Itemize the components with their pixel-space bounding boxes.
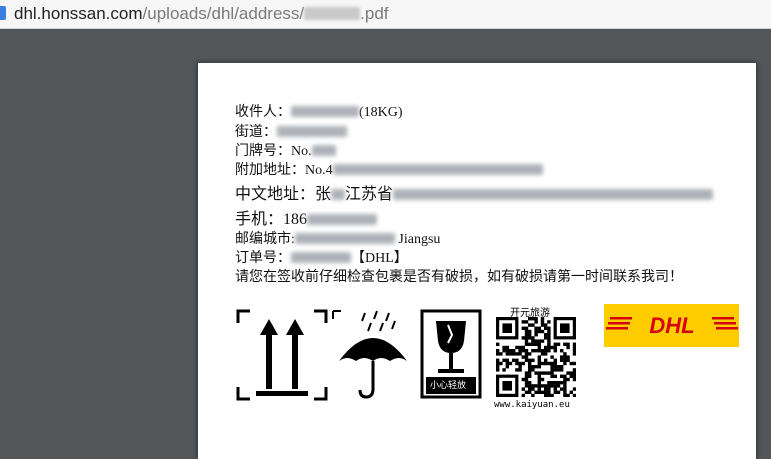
cn-address-line: 中文地址：张 江苏省: [235, 180, 714, 204]
notice-line: 请您在签收前仔细检查包裹是否有破损，如有破损请第一时间联系我司！: [235, 270, 683, 285]
recipient-line: 收件人： (18KG): [235, 105, 403, 120]
redacted-cn-address: [393, 189, 714, 200]
qr-url: www.kaiyuan.eu: [494, 400, 570, 410]
redacted-order: [291, 252, 351, 263]
url-text[interactable]: dhl.honssan.com/uploads/dhl/address/.pdf: [14, 4, 389, 24]
street-line: 街道：: [235, 121, 347, 141]
phone-line: 手机：186: [235, 205, 378, 229]
page-icon: [0, 6, 6, 20]
dhl-logo-icon: DHL: [606, 313, 738, 338]
redacted-phone: [307, 214, 378, 225]
keep-dry-umbrella-icon: [332, 310, 407, 399]
redacted-house: [311, 145, 336, 156]
redacted-filename: [304, 7, 361, 20]
redacted-name: [291, 106, 359, 117]
dhl-logo-text: DHL: [649, 313, 694, 338]
redacted-street: [277, 126, 347, 137]
order-line: 订单号： 【DHL】: [235, 251, 408, 266]
redacted-postal: [294, 233, 395, 244]
postal-line: 邮编城市: Jiangsu: [235, 232, 441, 247]
address-bar[interactable]: dhl.honssan.com/uploads/dhl/address/.pdf: [0, 0, 771, 29]
dhl-logo: DHL: [604, 304, 739, 347]
this-way-up-icon: [236, 309, 328, 401]
qr-code[interactable]: [496, 317, 576, 397]
pdf-page: 收件人： (18KG) 街道： 门牌号：No. 附加地址：No.4 中文地址：张江…: [198, 63, 756, 459]
fragile-label: 小心轻放: [430, 381, 467, 391]
redacted-extra: [332, 164, 543, 175]
house-number-line: 门牌号：No.: [235, 140, 336, 160]
pdf-viewer[interactable]: 收件人： (18KG) 街道： 门牌号：No. 附加地址：No.4 中文地址：张江…: [0, 29, 771, 459]
extra-address-line: 附加地址：No.4: [235, 159, 543, 179]
